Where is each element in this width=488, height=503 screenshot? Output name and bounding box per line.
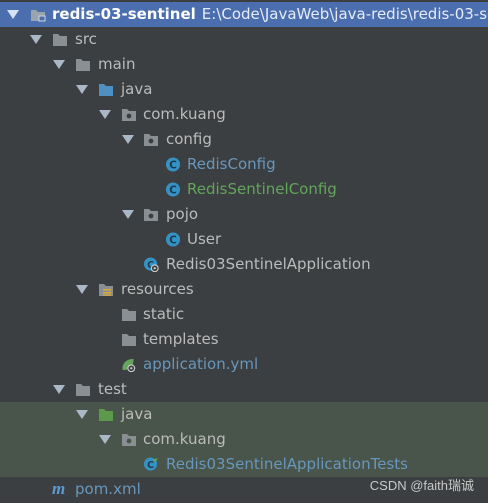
- spring-config-icon: [122, 358, 136, 372]
- tree-row-application-yml[interactable]: application.yml: [0, 352, 488, 377]
- tree-label-main: main: [98, 55, 136, 73]
- project-root-label: redis-03-sentinel E:\Code\JavaWeb\java-re…: [52, 2, 488, 27]
- tree-label-application-yml: application.yml: [143, 355, 259, 373]
- tree-row-project-root[interactable]: redis-03-sentinel E:\Code\JavaWeb\java-re…: [0, 2, 488, 27]
- tree-label-pom: pom.xml: [75, 480, 141, 498]
- package-icon: [122, 434, 136, 446]
- tree-label-application-class: Redis03SentinelApplication: [166, 255, 371, 273]
- project-tree: redis-03-sentinel E:\Code\JavaWeb\java-re…: [0, 2, 488, 502]
- class-icon: C: [165, 232, 181, 247]
- tree-label-test-class: Redis03SentinelApplicationTests: [166, 455, 408, 473]
- svg-text:C: C: [147, 460, 154, 471]
- tree-row-static[interactable]: static: [0, 302, 488, 327]
- chevron-down-icon[interactable]: [122, 135, 134, 144]
- spring-boot-class-icon: C: [143, 257, 159, 272]
- tree-row-main-package[interactable]: com.kuang: [0, 102, 488, 127]
- tree-label-static: static: [143, 305, 185, 323]
- tree-row-test-java[interactable]: java: [0, 402, 488, 427]
- tree-label-test-java: java: [121, 405, 153, 423]
- tree-label-test: test: [98, 380, 127, 398]
- chevron-down-icon[interactable]: [53, 60, 65, 69]
- test-class-icon: C: [143, 457, 158, 471]
- tree-label-resources: resources: [121, 280, 194, 298]
- chevron-down-icon[interactable]: [53, 385, 65, 394]
- project-name: redis-03-sentinel: [52, 5, 196, 23]
- tree-row-main-java[interactable]: java: [0, 77, 488, 102]
- package-icon: [122, 109, 136, 121]
- test-source-folder-icon: [99, 409, 113, 421]
- tree-row-main[interactable]: main: [0, 52, 488, 77]
- resources-folder-icon: [99, 284, 113, 296]
- tree-label-main-java: java: [121, 80, 153, 98]
- tree-row-test[interactable]: test: [0, 377, 488, 402]
- tree-label-redis-config: RedisConfig: [187, 155, 276, 173]
- tree-row-test-class[interactable]: C Redis03SentinelApplicationTests: [0, 452, 488, 477]
- tree-label-pojo: pojo: [166, 205, 199, 223]
- package-icon: [144, 209, 158, 221]
- tree-label-config: config: [166, 130, 212, 148]
- tree-label-src: src: [75, 30, 97, 48]
- tree-row-src[interactable]: src: [0, 27, 488, 52]
- maven-icon: m: [52, 479, 66, 498]
- folder-icon: [76, 384, 90, 396]
- tree-label-user: User: [187, 230, 222, 248]
- folder-icon: [76, 59, 90, 71]
- project-path: E:\Code\JavaWeb\java-redis\redis-03-sent…: [201, 5, 488, 23]
- source-folder-icon: [99, 84, 113, 96]
- tree-label-redis-sentinel-config: RedisSentinelConfig: [187, 180, 337, 198]
- chevron-down-icon[interactable]: [76, 85, 88, 94]
- csdn-watermark: CSDN @faith瑞诚: [369, 478, 474, 493]
- chevron-down-icon[interactable]: [7, 10, 19, 19]
- chevron-down-icon[interactable]: [30, 35, 42, 44]
- chevron-down-icon[interactable]: [76, 285, 88, 294]
- chevron-down-icon[interactable]: [122, 210, 134, 219]
- chevron-down-icon[interactable]: [76, 410, 88, 419]
- svg-text:C: C: [169, 234, 177, 246]
- chevron-down-icon[interactable]: [99, 435, 111, 444]
- tree-row-test-package[interactable]: com.kuang: [0, 427, 488, 452]
- tree-row-redis-sentinel-config[interactable]: C RedisSentinelConfig: [0, 177, 488, 202]
- tree-label-main-package: com.kuang: [143, 105, 226, 123]
- svg-text:C: C: [169, 184, 177, 196]
- tree-row-templates[interactable]: templates: [0, 327, 488, 352]
- class-icon: C: [165, 157, 181, 172]
- tree-row-redis-config[interactable]: C RedisConfig: [0, 152, 488, 177]
- svg-text:C: C: [169, 159, 177, 171]
- folder-icon: [122, 309, 136, 321]
- tree-label-test-package: com.kuang: [143, 430, 226, 448]
- package-icon: [144, 134, 158, 146]
- folder-icon: [53, 34, 67, 46]
- class-icon: C: [165, 182, 181, 197]
- tree-row-resources[interactable]: resources: [0, 277, 488, 302]
- folder-icon: [122, 334, 136, 346]
- chevron-down-icon[interactable]: [99, 110, 111, 119]
- tree-row-pojo[interactable]: pojo: [0, 202, 488, 227]
- tree-row-config[interactable]: config: [0, 127, 488, 152]
- tree-row-application-class[interactable]: C Redis03SentinelApplication: [0, 252, 488, 277]
- tree-row-user[interactable]: C User: [0, 227, 488, 252]
- tree-label-templates: templates: [143, 330, 219, 348]
- module-folder-icon: [31, 10, 46, 22]
